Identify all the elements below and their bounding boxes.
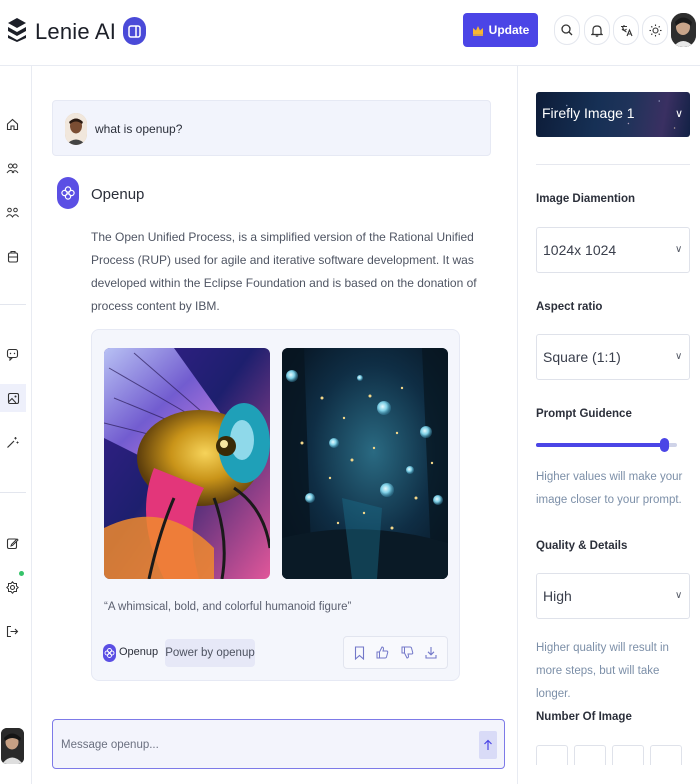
number-of-image-label: Number Of Image <box>536 711 632 723</box>
bot-name: Openup <box>91 186 145 203</box>
number-option[interactable] <box>612 745 644 765</box>
sidebar-toggle-button[interactable] <box>123 17 146 45</box>
power-by-chip[interactable]: Power by openup <box>165 639 255 667</box>
chat-bubble-icon <box>6 348 19 361</box>
bot-answer-text: The Open Unified Process, is a simplifie… <box>91 230 477 313</box>
translate-icon <box>620 24 633 37</box>
rail-item-image[interactable] <box>0 384 26 412</box>
box-icon <box>7 250 19 263</box>
rail-item-logout[interactable] <box>0 617 25 645</box>
top-header: Lenie AI Update <box>0 0 700 66</box>
aspect-ratio-value: Square (1:1) <box>543 349 621 365</box>
translate-button[interactable] <box>613 15 639 45</box>
search-icon <box>561 24 573 36</box>
openup-brand-label: Openup <box>119 646 159 658</box>
chevron-down-icon: ∨ <box>675 351 683 362</box>
users-icon <box>6 162 19 175</box>
settings-panel: Firefly Image 1 ∨ Image Diamention 1024x… <box>517 66 700 784</box>
update-label: Update <box>488 23 530 37</box>
crown-icon <box>472 25 484 36</box>
thumbs-up-icon[interactable] <box>376 646 389 659</box>
quality-help: Higher quality will result in more steps… <box>536 642 669 700</box>
rail-divider <box>0 304 26 305</box>
home-icon <box>6 118 19 131</box>
magic-wand-icon <box>6 436 19 449</box>
bookmark-icon[interactable] <box>354 645 365 660</box>
sidebar-toggle-icon <box>128 24 141 38</box>
rail-item-box[interactable] <box>0 242 25 270</box>
quality-select[interactable]: High ∨ <box>536 573 690 619</box>
logout-icon <box>6 625 19 638</box>
sun-icon <box>649 24 662 37</box>
rail-item-home[interactable] <box>0 110 25 138</box>
search-button[interactable] <box>554 15 580 45</box>
image-actions-bar <box>343 636 448 669</box>
app-name: Lenie AI <box>35 19 117 44</box>
user-avatar <box>65 113 87 145</box>
chevron-down-icon: ∨ <box>675 108 684 120</box>
image-dimension-select[interactable]: 1024x 1024 ∨ <box>536 227 690 273</box>
update-button[interactable]: Update <box>463 13 538 47</box>
left-rail <box>0 66 32 784</box>
send-button[interactable] <box>479 731 497 759</box>
rail-avatar[interactable] <box>1 728 24 764</box>
image-icon <box>7 392 20 405</box>
image-dimension-label: Image Diamention <box>536 193 636 205</box>
avatar[interactable] <box>671 13 696 47</box>
rail-item-settings[interactable] <box>0 573 25 601</box>
status-dot <box>19 571 24 576</box>
rail-item-community[interactable] <box>0 198 25 226</box>
community-icon <box>6 206 19 219</box>
message-composer <box>52 719 505 769</box>
notifications-button[interactable] <box>584 15 610 45</box>
image-gallery-card: “A whimsical, bold, and colorful humanoi… <box>91 329 460 681</box>
slider-fill <box>536 443 664 447</box>
message-input[interactable] <box>61 733 461 757</box>
theme-toggle-button[interactable] <box>642 15 668 45</box>
arrow-up-icon <box>483 739 493 751</box>
edit-icon <box>6 537 19 550</box>
chevron-down-icon: ∨ <box>675 244 683 255</box>
rail-item-chat[interactable] <box>0 340 25 368</box>
bot-logo-icon <box>57 177 79 209</box>
prompt-guidance-label: Prompt Guidence <box>536 408 632 420</box>
aspect-ratio-select[interactable]: Square (1:1) ∨ <box>536 334 690 380</box>
logo-icon[interactable] <box>6 17 28 43</box>
thumbs-down-icon[interactable] <box>401 646 414 659</box>
rail-divider <box>0 492 26 493</box>
number-option[interactable] <box>650 745 682 765</box>
prompt-guidance-help: Higher values will make your image close… <box>536 471 683 506</box>
openup-logo-icon <box>103 644 116 662</box>
number-option[interactable] <box>574 745 606 765</box>
aspect-ratio-label: Aspect ratio <box>536 301 603 313</box>
model-select-value: Firefly Image 1 <box>542 105 635 121</box>
bell-icon <box>591 24 603 37</box>
model-select[interactable]: Firefly Image 1 ∨ <box>536 92 690 137</box>
image-caption: “A whimsical, bold, and colorful humanoi… <box>104 601 352 613</box>
chevron-down-icon: ∨ <box>675 590 683 601</box>
slider-handle[interactable] <box>660 438 669 452</box>
number-option[interactable] <box>536 745 568 765</box>
generated-image-2[interactable] <box>282 348 448 579</box>
user-prompt-card: what is openup? <box>52 100 533 156</box>
download-icon[interactable] <box>425 646 437 659</box>
panel-divider <box>536 164 690 165</box>
user-prompt-text: what is openup? <box>95 122 183 136</box>
rail-item-magic[interactable] <box>0 428 25 456</box>
rail-item-users[interactable] <box>0 154 25 182</box>
quality-value: High <box>543 588 572 604</box>
generated-image-1[interactable] <box>104 348 270 579</box>
rail-item-edit[interactable] <box>0 529 25 557</box>
settings-icon <box>6 580 19 594</box>
quality-label: Quality & Details <box>536 540 628 552</box>
prompt-guidance-slider[interactable] <box>536 438 677 452</box>
image-dimension-value: 1024x 1024 <box>543 242 617 258</box>
